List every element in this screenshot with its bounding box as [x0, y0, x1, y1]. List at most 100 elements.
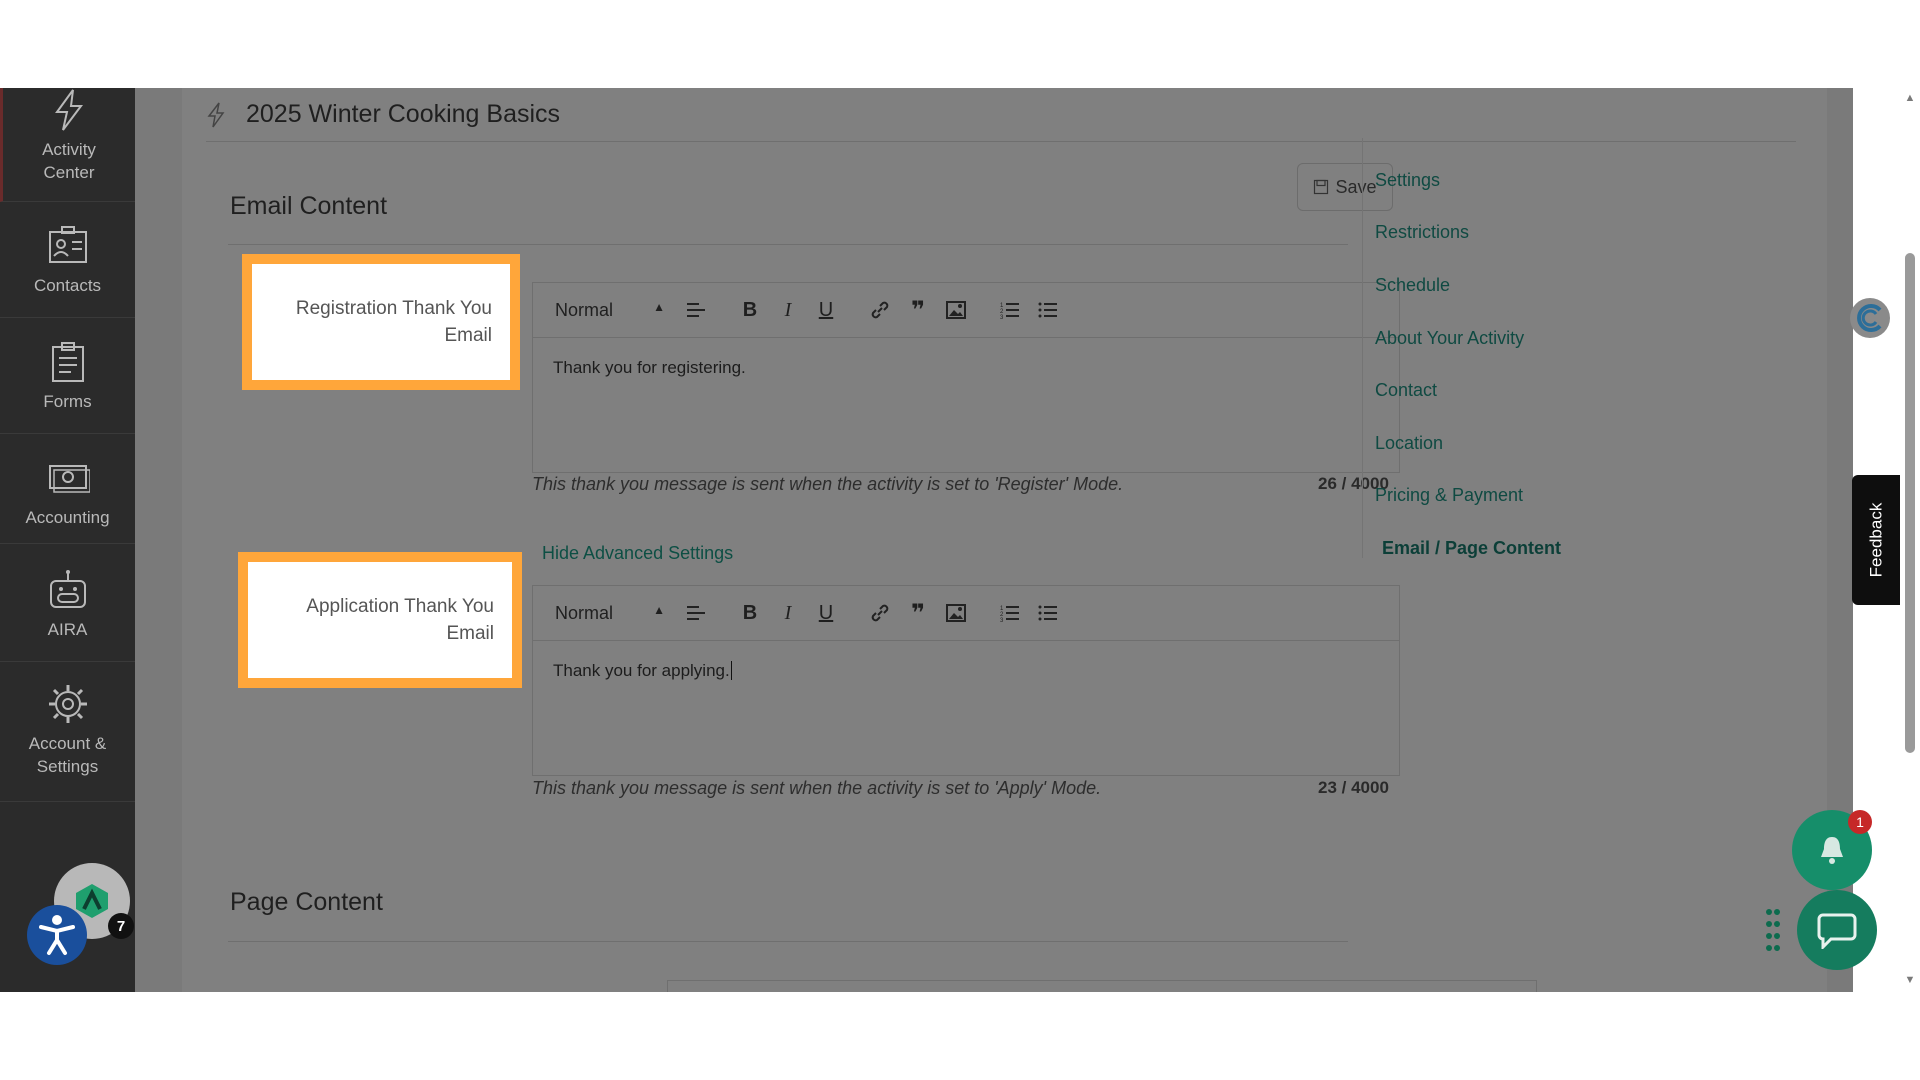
- format-select-value: Normal: [555, 299, 614, 320]
- sidebar-item-activity-center[interactable]: Activity Center: [0, 88, 135, 202]
- page-content-title: Page Content: [230, 888, 383, 916]
- gear-icon: [48, 685, 87, 723]
- application-email-body[interactable]: Thank you for applying.: [533, 641, 1399, 775]
- ordered-list-button[interactable]: 123: [991, 296, 1029, 324]
- format-select[interactable]: Normal ▲: [555, 300, 665, 321]
- application-hint: This thank you message is sent when the …: [532, 778, 1102, 798]
- activity-header: 2025 Winter Cooking Basics: [206, 88, 1796, 142]
- section-nav-about[interactable]: About Your Activity: [1375, 328, 1524, 349]
- bullet-list-icon: [1038, 302, 1057, 318]
- page-scrollbar[interactable]: ▲ ▼: [1900, 88, 1920, 992]
- section-nav-contact[interactable]: Contact: [1375, 380, 1437, 401]
- sidebar-item-label: Settings: [36, 757, 99, 776]
- italic-icon: I: [784, 298, 792, 321]
- underline-button[interactable]: U: [807, 599, 845, 627]
- application-char-count: 23 / 4000: [1318, 778, 1389, 797]
- chat-button[interactable]: [1797, 890, 1877, 970]
- sidebar-item-account-settings[interactable]: Account & Settings: [0, 662, 135, 802]
- sidebar-item-aira[interactable]: AIRA: [0, 544, 135, 662]
- sidebar: Activity Center Contacts Forms Accountin…: [0, 88, 135, 992]
- sidebar-item-label: Center: [43, 163, 95, 182]
- main-content: 2025 Winter Cooking Basics Email Content…: [135, 88, 1853, 992]
- ordered-list-icon: 123: [1000, 606, 1019, 622]
- sidebar-item-label: Account &: [28, 734, 107, 753]
- application-email-label: Application Thank You Email: [238, 552, 522, 688]
- bold-button[interactable]: B: [731, 599, 769, 627]
- link-icon: [871, 301, 889, 319]
- underline-button[interactable]: U: [807, 296, 845, 324]
- quote-button[interactable]: ❞: [899, 296, 937, 324]
- forms-icon: [51, 342, 84, 382]
- text-cursor: [730, 661, 732, 680]
- accessibility-icon: [39, 915, 75, 955]
- link-icon: [871, 604, 889, 622]
- bold-button[interactable]: B: [731, 296, 769, 324]
- money-icon: [48, 465, 90, 493]
- scroll-down-icon[interactable]: ▼: [1904, 974, 1916, 986]
- feedback-tab[interactable]: Feedback: [1852, 475, 1900, 605]
- page-content-editor[interactable]: [667, 980, 1537, 992]
- application-email-text: Thank you for applying.: [553, 661, 730, 680]
- select-arrows-icon: ▲: [653, 602, 665, 617]
- ordered-list-icon: 123: [1000, 303, 1019, 319]
- avatar-badge: 7: [108, 913, 134, 939]
- align-left-icon: [687, 303, 705, 317]
- link-button[interactable]: [861, 599, 899, 627]
- bullet-list-button[interactable]: [1029, 599, 1067, 627]
- divider: [228, 244, 1348, 245]
- bullet-list-icon: [1038, 605, 1057, 621]
- align-button[interactable]: [677, 599, 715, 627]
- feedback-label: Feedback: [1866, 502, 1886, 578]
- italic-button[interactable]: I: [769, 599, 807, 627]
- section-nav-settings[interactable]: Settings: [1375, 170, 1440, 191]
- bullet-list-button[interactable]: [1029, 296, 1067, 324]
- c-logo-icon[interactable]: [1848, 296, 1892, 340]
- registration-email-editor: Normal ▲ B I U ❞ 123 Thank you for regist…: [532, 282, 1400, 473]
- format-select-value: Normal: [555, 602, 614, 623]
- svg-text:3: 3: [1000, 618, 1004, 622]
- svg-text:3: 3: [1000, 315, 1004, 319]
- sidebar-item-forms[interactable]: Forms: [0, 318, 135, 434]
- bold-icon: B: [742, 601, 758, 624]
- registration-hint: This thank you message is sent when the …: [532, 474, 1124, 494]
- section-nav-restrictions[interactable]: Restrictions: [1375, 222, 1469, 243]
- section-nav: Settings Restrictions Schedule About You…: [1362, 138, 1682, 558]
- bolt-icon: [55, 89, 83, 131]
- chat-bubble-icon: [1817, 913, 1857, 949]
- scroll-up-icon[interactable]: ▲: [1904, 92, 1916, 104]
- accessibility-button[interactable]: [27, 905, 87, 965]
- section-nav-email-page-content[interactable]: Email / Page Content: [1382, 538, 1561, 559]
- ordered-list-button[interactable]: 123: [991, 599, 1029, 627]
- application-label-line-1: Application Thank You: [306, 596, 494, 617]
- sidebar-item-label: Activity: [42, 140, 96, 159]
- image-button[interactable]: [937, 296, 975, 324]
- registration-email-body[interactable]: Thank you for registering.: [533, 338, 1399, 472]
- application-email-editor: Normal ▲ B I U ❞ 123 Thank you for applyi…: [532, 585, 1400, 776]
- format-select[interactable]: Normal ▲: [555, 603, 665, 624]
- sidebar-item-label: Accounting: [25, 508, 110, 527]
- sidebar-item-contacts[interactable]: Contacts: [0, 202, 135, 318]
- drag-handle-icon[interactable]: [1765, 908, 1781, 952]
- image-icon: [946, 604, 966, 622]
- link-button[interactable]: [861, 296, 899, 324]
- registration-label-line-1: Registration Thank You: [295, 298, 492, 319]
- section-nav-schedule[interactable]: Schedule: [1375, 275, 1450, 296]
- image-button[interactable]: [937, 599, 975, 627]
- sidebar-item-label: AIRA: [47, 620, 88, 639]
- hide-advanced-settings-link[interactable]: Hide Advanced Settings: [542, 543, 733, 564]
- scroll-thumb[interactable]: [1905, 253, 1915, 753]
- align-button[interactable]: [677, 296, 715, 324]
- page-title: 2025 Winter Cooking Basics: [246, 100, 561, 128]
- editor-toolbar: Normal ▲ B I U ❞ 123: [533, 283, 1399, 338]
- notification-count-badge: 1: [1848, 810, 1872, 834]
- section-nav-pricing[interactable]: Pricing & Payment: [1375, 485, 1523, 506]
- bell-icon: [1821, 837, 1843, 864]
- bolt-icon: [207, 102, 225, 127]
- sidebar-item-accounting[interactable]: Accounting: [0, 434, 135, 544]
- underline-icon: U: [818, 298, 834, 321]
- save-icon: [1314, 179, 1329, 195]
- italic-button[interactable]: I: [769, 296, 807, 324]
- quote-button[interactable]: ❞: [899, 599, 937, 627]
- section-nav-location[interactable]: Location: [1375, 433, 1443, 454]
- robot-icon: [49, 570, 86, 608]
